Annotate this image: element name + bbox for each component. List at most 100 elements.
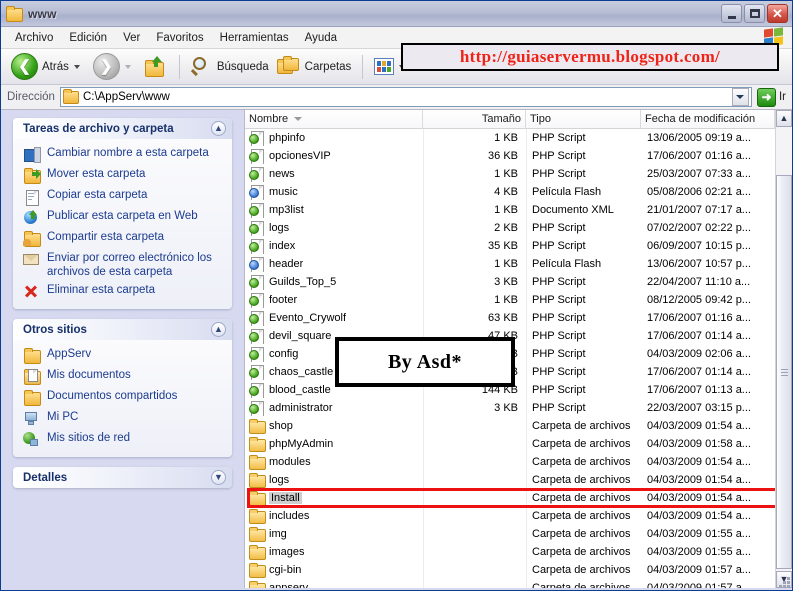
cell-tipo: Carpeta de archivos xyxy=(532,474,631,486)
table-row[interactable]: phpMyAdmin Carpeta de archivos 04/03/2009 … xyxy=(245,435,792,453)
table-row[interactable]: header 1 KB Película Flash 13/06/2007 10:57… xyxy=(245,255,792,273)
sidebar-item-my-computer[interactable]: Mi PC xyxy=(17,408,228,429)
scrollbar-thumb[interactable] xyxy=(776,175,792,569)
panel-details-header[interactable]: Detalles ▼ xyxy=(13,467,232,488)
table-row[interactable]: includes Carpeta de archivos 04/03/2009 01… xyxy=(245,507,792,525)
close-button[interactable]: ✕ xyxy=(767,4,788,23)
cell-nombre: header xyxy=(245,256,423,272)
sidebar-item-my-documents[interactable]: Mis documentos xyxy=(17,366,228,387)
scrollbar-track[interactable] xyxy=(776,127,792,571)
title-bar[interactable]: www ✕ xyxy=(1,1,792,27)
address-folder-icon xyxy=(62,89,79,104)
table-row[interactable]: Install Carpeta de archivos 04/03/2009 01:… xyxy=(245,489,792,507)
file-name: index xyxy=(269,240,296,252)
flash-movie-icon xyxy=(249,256,265,272)
flash-movie-icon xyxy=(249,184,265,200)
cell-nombre: img xyxy=(245,526,423,542)
rename-icon xyxy=(23,147,41,163)
back-dropdown-icon[interactable] xyxy=(73,64,80,69)
sidebar-item-copy[interactable]: Copiar esta carpeta xyxy=(17,186,228,207)
table-row[interactable]: appserv Carpeta de archivos 04/03/2009 01:… xyxy=(245,579,792,588)
table-row[interactable]: logs 2 KB PHP Script 07/02/2007 02:22 p... xyxy=(245,219,792,237)
menu-herramientas[interactable]: Herramientas xyxy=(212,30,297,46)
menu-ver[interactable]: Ver xyxy=(115,30,148,46)
file-list-rows[interactable]: phpinfo 1 KB PHP Script 13/06/2005 09:19 a.… xyxy=(245,129,792,588)
table-row[interactable]: blood_castle 144 KB PHP Script 17/06/2007 0… xyxy=(245,381,792,399)
sidebar-item-publish-web[interactable]: Publicar esta carpeta en Web xyxy=(17,207,228,228)
forward-dropdown-icon[interactable] xyxy=(124,64,131,69)
cell-fecha: 04/03/2009 01:54 a... xyxy=(647,510,751,522)
table-row[interactable]: shop Carpeta de archivos 04/03/2009 01:54 … xyxy=(245,417,792,435)
resize-grip[interactable] xyxy=(777,575,791,589)
column-header-tipo[interactable]: Tipo xyxy=(526,110,641,128)
address-dropdown-button[interactable] xyxy=(731,88,749,106)
cell-tamano: 3 KB xyxy=(494,276,518,288)
sidebar-item-delete[interactable]: Eliminar esta carpeta xyxy=(17,281,228,302)
table-row[interactable]: music 4 KB Película Flash 05/08/2006 02:21 … xyxy=(245,183,792,201)
menu-edicion[interactable]: Edición xyxy=(61,30,115,46)
search-button[interactable]: Búsqueda xyxy=(187,52,273,82)
cell-fecha: 13/06/2005 09:19 a... xyxy=(647,132,751,144)
table-row[interactable]: opcionesVIP 36 KB PHP Script 17/06/2007 01:… xyxy=(245,147,792,165)
forward-button[interactable]: ❯ xyxy=(89,52,140,82)
table-row[interactable]: logs Carpeta de archivos 04/03/2009 01:54 … xyxy=(245,471,792,489)
folder-icon xyxy=(249,418,266,434)
chevron-down-icon[interactable]: ▼ xyxy=(211,470,226,485)
cell-nombre: logs xyxy=(245,220,423,236)
back-button[interactable]: ❮ Atrás xyxy=(7,52,89,82)
file-name: logs xyxy=(269,222,290,234)
table-row[interactable]: img Carpeta de archivos 04/03/2009 01:55 a… xyxy=(245,525,792,543)
by-asd-watermark-text: By Asd* xyxy=(387,350,463,373)
address-input[interactable]: C:\AppServ\www xyxy=(59,87,752,107)
sidebar-item-appserv[interactable]: AppServ xyxy=(17,345,228,366)
table-row[interactable]: Guilds_Top_5 3 KB PHP Script 22/04/2007 11:… xyxy=(245,273,792,291)
table-row[interactable]: administrator 3 KB PHP Script 22/03/2007 03… xyxy=(245,399,792,417)
cell-fecha: 04/03/2009 02:06 a... xyxy=(647,348,751,360)
sidebar-item-share[interactable]: Compartir esta carpeta xyxy=(17,228,228,249)
minimize-button[interactable] xyxy=(721,4,742,23)
chevron-up-icon[interactable]: ▲ xyxy=(211,121,226,136)
table-row[interactable]: news 1 KB PHP Script 25/03/2007 07:33 a... xyxy=(245,165,792,183)
table-row[interactable]: images Carpeta de archivos 04/03/2009 01:5… xyxy=(245,543,792,561)
table-row[interactable]: config1 KBPHP Script04/03/2009 02:06 a..… xyxy=(245,345,792,363)
file-name: footer xyxy=(269,294,298,306)
vertical-scrollbar[interactable]: ▲ ▼ xyxy=(775,110,792,588)
file-name: devil_square xyxy=(269,330,332,342)
folders-button[interactable]: Carpetas xyxy=(273,52,356,82)
close-icon: ✕ xyxy=(772,6,783,21)
table-row[interactable]: devil_square 47 KB PHP Script 17/06/2007 01… xyxy=(245,327,792,345)
panel-file-tasks-header[interactable]: Tareas de archivo y carpeta ▲ xyxy=(13,118,232,139)
table-row[interactable]: Evento_Crywolf 63 KB PHP Script 17/06/2007 … xyxy=(245,309,792,327)
cell-tamano: 1 KB xyxy=(494,294,518,306)
sidebar-item-network-places[interactable]: Mis sitios de red xyxy=(17,429,228,450)
menu-favoritos[interactable]: Favoritos xyxy=(148,30,211,46)
table-row[interactable]: mp3list 1 KB Documento XML 21/01/2007 07:17… xyxy=(245,201,792,219)
sidebar-item-move[interactable]: Mover esta carpeta xyxy=(17,165,228,186)
column-header-fecha[interactable]: Fecha de modificación xyxy=(641,110,775,128)
menu-ayuda[interactable]: Ayuda xyxy=(297,30,345,46)
column-header-tamano[interactable]: Tamaño xyxy=(423,110,526,128)
up-button[interactable] xyxy=(140,52,172,82)
table-row[interactable]: footer 1 KB PHP Script 08/12/2005 09:42 p..… xyxy=(245,291,792,309)
php-script-icon xyxy=(249,292,265,308)
sidebar-item-shared-documents[interactable]: Documentos compartidos xyxy=(17,387,228,408)
file-name: Guilds_Top_5 xyxy=(269,276,337,288)
scroll-up-button[interactable]: ▲ xyxy=(776,110,792,127)
panel-other-places-header[interactable]: Otros sitios ▲ xyxy=(13,319,232,340)
table-row[interactable]: cgi-bin Carpeta de archivos 04/03/2009 01:… xyxy=(245,561,792,579)
sidebar-item-rename[interactable]: Cambiar nombre a esta carpeta xyxy=(17,144,228,165)
file-name: opcionesVIP xyxy=(269,150,331,162)
table-row[interactable]: phpinfo 1 KB PHP Script 13/06/2005 09:19 a.… xyxy=(245,129,792,147)
table-row[interactable]: modules Carpeta de archivos 04/03/2009 01:… xyxy=(245,453,792,471)
menu-archivo[interactable]: Archivo xyxy=(7,30,61,46)
column-header-nombre[interactable]: Nombre xyxy=(245,110,423,128)
go-button[interactable]: ➜ Ir xyxy=(756,87,790,107)
table-row[interactable]: index 35 KB PHP Script 06/09/2007 10:15 p..… xyxy=(245,237,792,255)
table-row[interactable]: chaos_castle58 KBPHP Script17/06/2007 01… xyxy=(245,363,792,381)
cell-tipo: PHP Script xyxy=(532,366,586,378)
panel-file-tasks-body: Cambiar nombre a esta carpeta Mover esta… xyxy=(13,139,232,309)
maximize-button[interactable] xyxy=(744,4,765,23)
cell-fecha: 17/06/2007 01:16 a... xyxy=(647,312,751,324)
sidebar-item-email[interactable]: Enviar por correo electrónico los archiv… xyxy=(17,249,228,281)
chevron-up-icon[interactable]: ▲ xyxy=(211,322,226,337)
